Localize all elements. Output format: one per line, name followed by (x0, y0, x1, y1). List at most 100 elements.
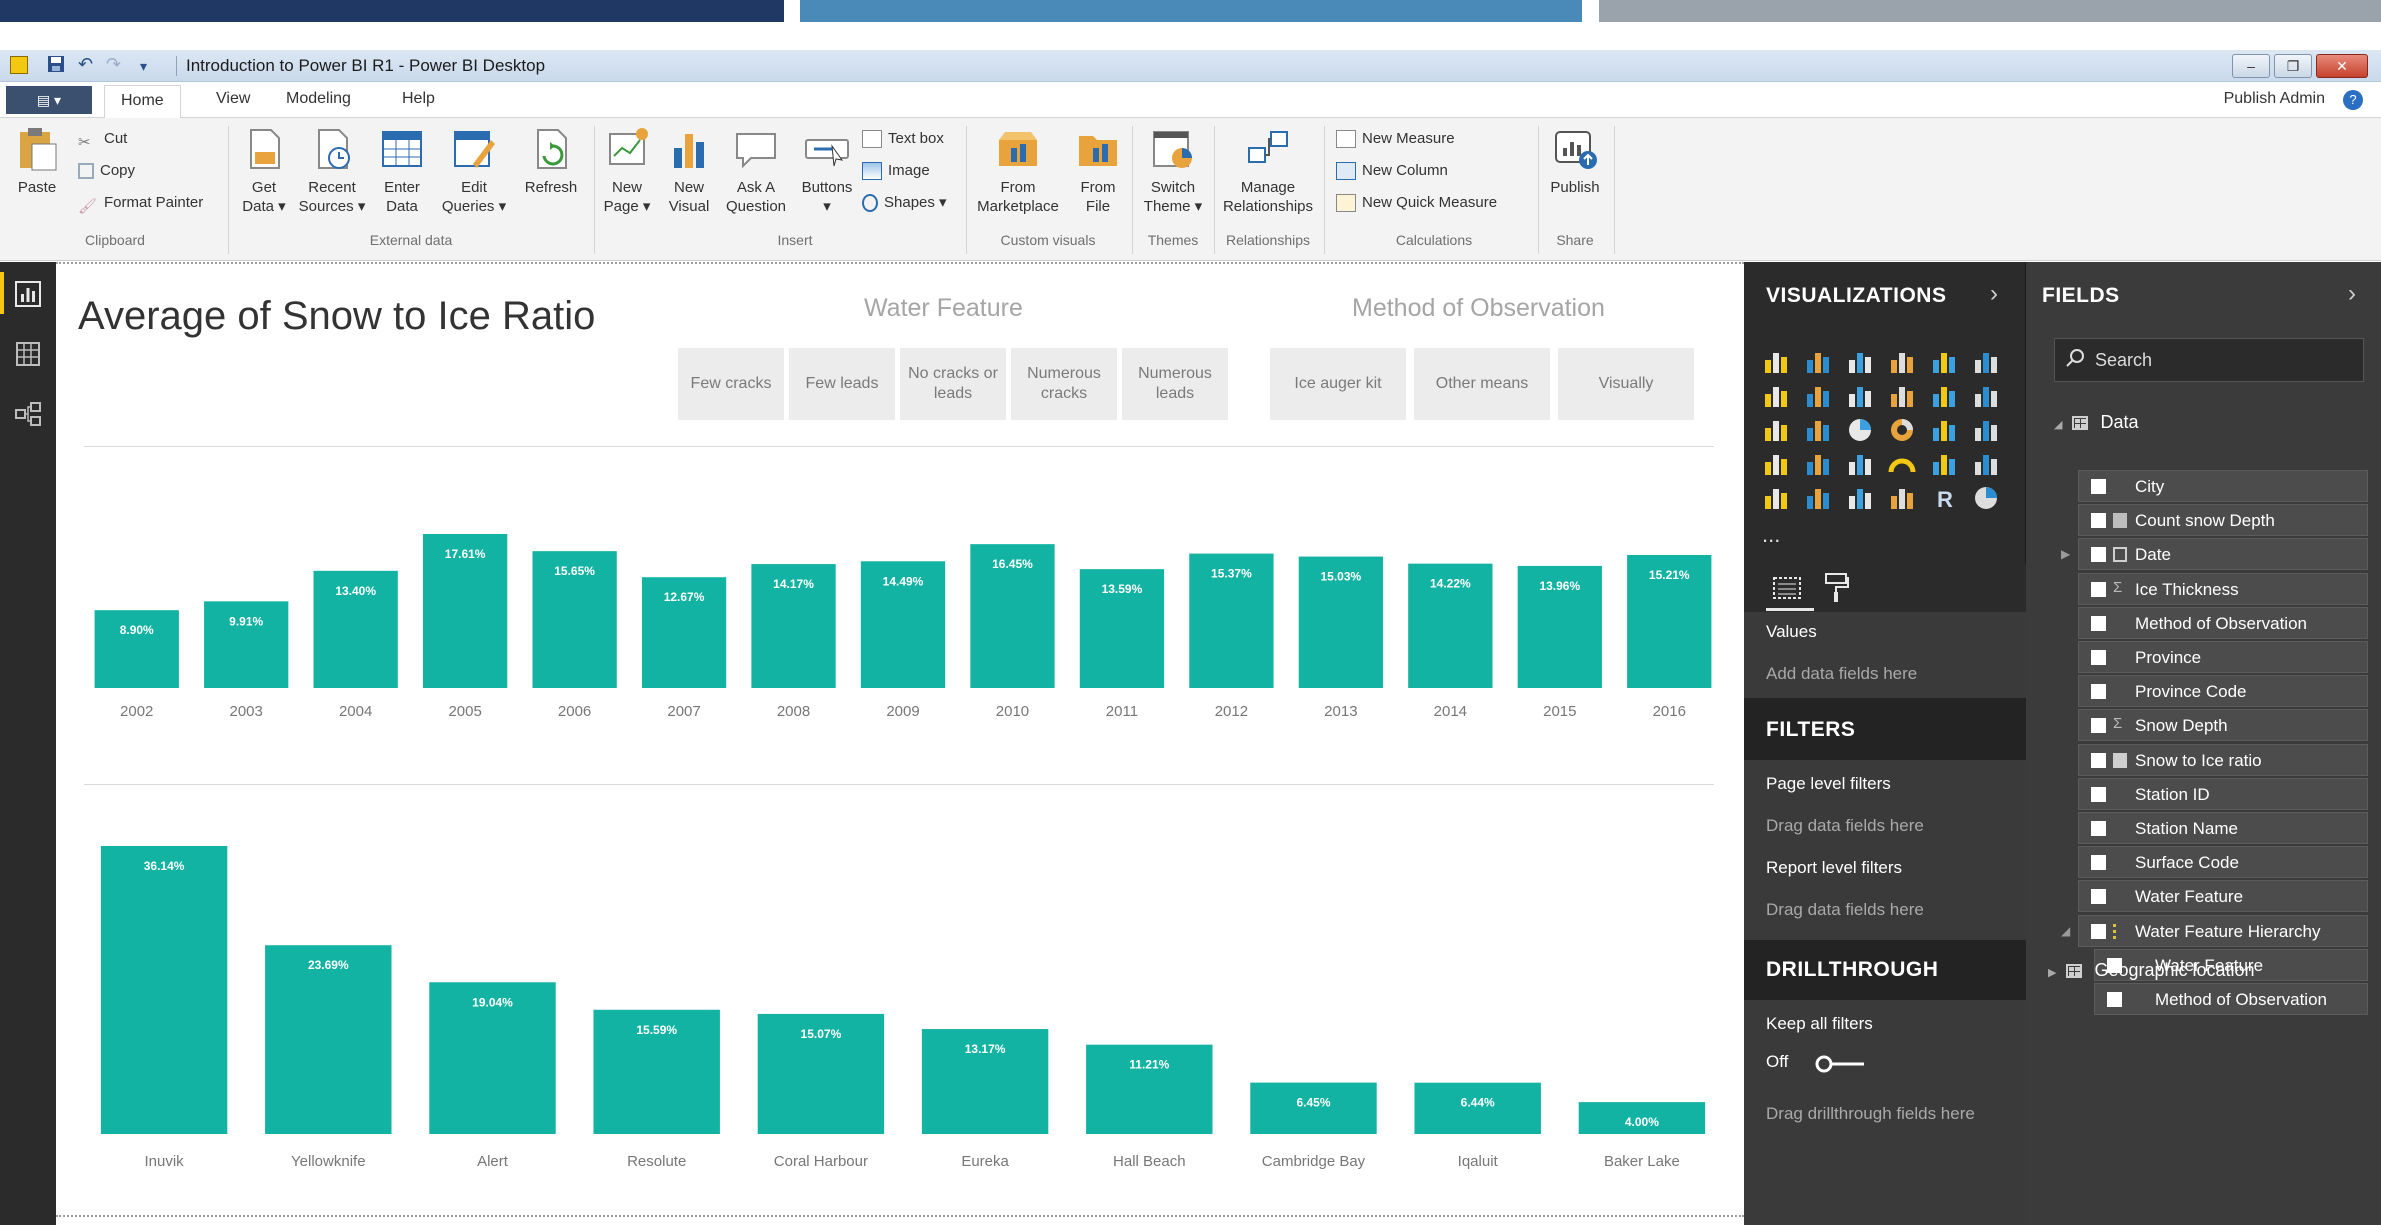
slicer-option[interactable]: Few cracks (678, 348, 784, 420)
fields-search-input[interactable]: Search (2054, 338, 2364, 382)
stacked-area-icon[interactable] (1846, 382, 1874, 410)
filled-map-icon[interactable] (1762, 450, 1790, 478)
snow-ice-ratio-by-year-chart[interactable]: 8.90% 2002 9.91% 2003 13.40% 2004 17.61% 2005 15… (56, 474, 1744, 724)
line-column-icon[interactable] (1888, 382, 1916, 410)
edit-queries-button[interactable]: Edit Queries ▾ (436, 126, 512, 216)
field-checkbox[interactable] (2091, 479, 2106, 494)
field-checkbox[interactable] (2091, 786, 2106, 802)
stacked-bar-icon[interactable] (1762, 348, 1790, 376)
slicer-option[interactable]: Ice auger kit (1270, 348, 1406, 420)
paste-button[interactable]: Paste (12, 126, 62, 197)
help-icon[interactable]: ? (2343, 90, 2363, 110)
manage-relationships-button[interactable]: Manage Relationships (1218, 126, 1318, 216)
gauge-icon[interactable] (1888, 450, 1916, 478)
table-visual-icon[interactable] (1846, 484, 1874, 512)
restore-button[interactable]: ❐ (2274, 54, 2312, 78)
waterfall-icon[interactable] (1762, 416, 1790, 444)
new-page-button[interactable]: New Page ▾ (600, 126, 654, 216)
line-stacked-icon[interactable] (1930, 382, 1958, 410)
customize-qat-icon[interactable]: ▾ (140, 58, 147, 75)
relationships-view-icon[interactable] (14, 400, 42, 428)
field-item[interactable]: Σ Snow Depth (2078, 709, 2368, 742)
report-filters-drop-zone[interactable]: Drag data fields here (1766, 900, 1924, 920)
field-checkbox[interactable] (2091, 547, 2106, 563)
bar[interactable] (94, 610, 179, 688)
field-checkbox[interactable] (2091, 650, 2106, 665)
field-item[interactable]: Province (2078, 641, 2368, 673)
report-canvas[interactable]: Average of Snow to Ice Ratio Water Featu… (56, 262, 1744, 1225)
tab-modeling[interactable]: Modeling (286, 90, 351, 108)
minimize-button[interactable]: – (2232, 54, 2270, 78)
field-checkbox[interactable] (2107, 992, 2122, 1007)
data-table-node[interactable]: ◢ Data (2054, 412, 2139, 433)
field-checkbox[interactable] (2091, 684, 2106, 700)
page-filters-drop-zone[interactable]: Drag data fields here (1766, 816, 1924, 836)
copy-button[interactable]: Copy (78, 158, 135, 184)
collapse-triangle-icon[interactable]: ◢ (2061, 924, 2070, 938)
expand-triangle-icon[interactable]: ▶ (2061, 547, 2070, 561)
redo-icon[interactable]: ↷ (106, 54, 121, 75)
save-icon[interactable] (46, 54, 66, 79)
report-view-icon[interactable] (14, 280, 42, 308)
field-checkbox[interactable] (2091, 615, 2106, 631)
format-paint-roller-icon[interactable] (1824, 572, 1850, 604)
field-checkbox[interactable] (2091, 513, 2106, 529)
field-item[interactable]: Method of Observation (2078, 606, 2368, 639)
field-item[interactable]: Surface Code (2078, 846, 2368, 879)
values-drop-zone[interactable]: Add data fields here (1766, 664, 1917, 684)
buttons-button[interactable]: Buttons ▾ (794, 126, 860, 216)
funnel-icon[interactable] (1846, 450, 1874, 478)
slicer-option[interactable]: Few leads (789, 348, 895, 420)
field-item[interactable]: Water Feature (2078, 880, 2368, 913)
field-checkbox[interactable] (2091, 923, 2106, 939)
collapse-visualizations-icon[interactable]: › (1990, 280, 1998, 308)
field-checkbox[interactable] (2091, 718, 2106, 734)
field-item[interactable]: ▶ Date (2061, 538, 2368, 571)
field-item[interactable]: City (2078, 470, 2368, 502)
matrix-icon[interactable] (1888, 484, 1916, 512)
100-bar-icon[interactable] (1930, 348, 1958, 376)
field-item[interactable]: Σ Ice Thickness (2078, 572, 2368, 605)
close-button[interactable]: ✕ (2316, 54, 2368, 78)
geographic-location-table-node[interactable]: ▶ Geographic location (2048, 960, 2255, 981)
card-icon[interactable] (1930, 450, 1958, 478)
keep-filters-toggle[interactable] (1814, 1054, 1868, 1074)
treemap-icon[interactable] (1930, 416, 1958, 444)
enter-data-button[interactable]: Enter Data (374, 126, 430, 216)
field-item[interactable]: Count snow Depth (2078, 504, 2368, 537)
new-column-button[interactable]: New Column (1336, 158, 1448, 184)
line-chart-icon[interactable] (1762, 382, 1790, 410)
drillthrough-drop-zone[interactable]: Drag drillthrough fields here (1766, 1104, 1975, 1124)
new-measure-button[interactable]: New Measure (1336, 126, 1455, 152)
data-view-icon[interactable] (14, 340, 42, 368)
recent-sources-button[interactable]: Recent Sources ▾ (294, 126, 370, 216)
field-item[interactable]: Method of Observation (2094, 983, 2368, 1015)
field-item[interactable]: Province Code (2078, 675, 2368, 708)
fields-tab-icon[interactable] (1772, 574, 1802, 602)
stacked-column-icon[interactable] (1804, 348, 1832, 376)
snow-ice-ratio-by-city-chart[interactable]: 36.14% Inuvik 23.69% Yellowknife 19.04% Alert… (56, 844, 1744, 1209)
field-checkbox[interactable] (2091, 581, 2106, 597)
switch-theme-button[interactable]: Switch Theme ▾ (1138, 126, 1208, 216)
slicer-icon[interactable] (1804, 484, 1832, 512)
100-column-icon[interactable] (1972, 348, 2000, 376)
scatter-icon[interactable] (1804, 416, 1832, 444)
kpi-icon[interactable] (1762, 484, 1790, 512)
new-quick-measure-button[interactable]: New Quick Measure (1336, 190, 1497, 216)
new-visual-button[interactable]: New Visual (662, 126, 716, 216)
field-item[interactable]: ◢ Water Feature Hierarchy (2061, 914, 2368, 947)
values-well[interactable]: Values Add data fields here (1744, 612, 2026, 698)
slicer-option[interactable]: Numerous leads (1122, 348, 1228, 420)
file-menu-button[interactable]: ▤ ▾ (6, 86, 92, 114)
undo-icon[interactable]: ↶ (78, 54, 93, 75)
tab-help[interactable]: Help (402, 90, 435, 108)
map-icon[interactable] (1972, 416, 2000, 444)
from-file-button[interactable]: From File (1070, 126, 1126, 216)
tab-view[interactable]: View (216, 90, 250, 108)
signed-in-user[interactable]: Publish Admin (2224, 90, 2325, 108)
field-checkbox[interactable] (2091, 889, 2106, 905)
field-checkbox[interactable] (2091, 752, 2106, 768)
bar[interactable] (100, 846, 228, 1134)
shape-map-icon[interactable] (1804, 450, 1832, 478)
donut-chart-icon[interactable] (1888, 416, 1916, 444)
